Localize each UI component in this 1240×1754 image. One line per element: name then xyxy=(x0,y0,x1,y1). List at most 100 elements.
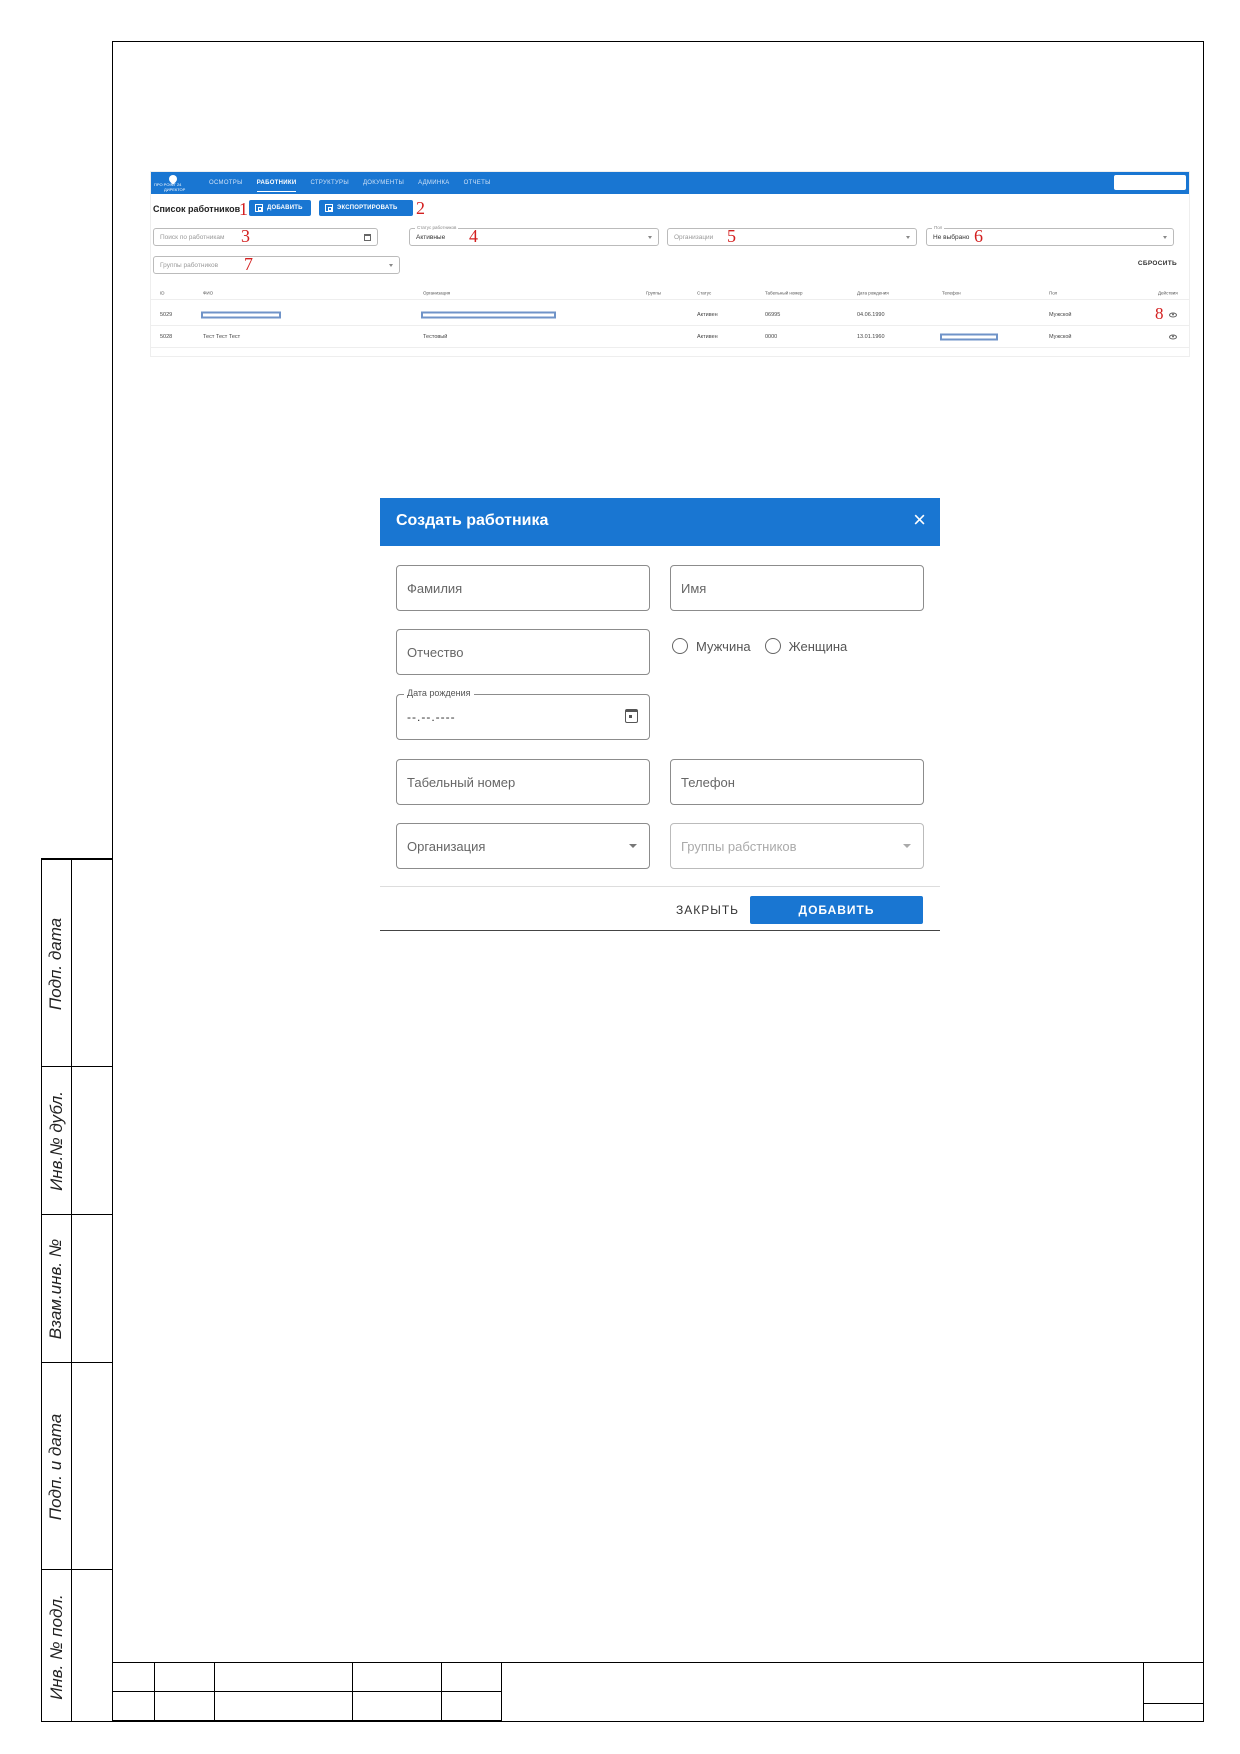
status-select[interactable]: Статус работников Активные xyxy=(409,225,659,246)
col-phone[interactable]: Телефон xyxy=(942,290,961,295)
app-bar: ПРО POINT 24 ДИРЕКТОР ОСМОТРЫ РАБОТНИКИ … xyxy=(151,172,1189,194)
gender-select-label: Пол xyxy=(932,225,945,230)
nav-admin[interactable]: АДМИНКА xyxy=(418,180,450,186)
worker-groups-select[interactable]: Группы работников xyxy=(153,256,400,274)
create-worker-dialog: Создать работника × Фамилия Имя Отчество… xyxy=(380,498,940,932)
worker-search-placeholder: Поиск по работникам xyxy=(160,233,225,241)
side-cell: Подп. дата xyxy=(42,859,113,1066)
cell-birth-date: 13.01.1960 xyxy=(857,333,885,340)
radio-female-label[interactable]: Женщина xyxy=(789,639,848,654)
col-tab-number[interactable]: Табельный номер xyxy=(765,290,802,295)
gender-select[interactable]: Пол Не выбрано xyxy=(926,225,1174,246)
phone-placeholder: Телефон xyxy=(681,774,735,790)
chevron-down-icon xyxy=(906,236,910,239)
dialog-header: Создать работника × xyxy=(380,498,940,546)
birth-date-value: --.--.---- xyxy=(407,710,456,724)
dialog-divider xyxy=(380,886,940,887)
nav-workers[interactable]: РАБОТНИКИ xyxy=(256,174,297,192)
view-eye-icon[interactable] xyxy=(1169,312,1177,317)
calendar-filter-icon[interactable] xyxy=(364,234,371,241)
app-logo[interactable]: ПРО POINT 24 ДИРЕКТОР xyxy=(154,173,200,192)
callout-3: 3 xyxy=(241,226,250,246)
gender-radio-group: Мужчина Женщина xyxy=(672,638,847,654)
col-birth-date[interactable]: Дата рождения xyxy=(857,290,889,295)
col-organization[interactable]: Организация xyxy=(423,290,450,295)
export-button-label: ЭКСПОРТИРОВАТЬ xyxy=(337,205,398,211)
title-block xyxy=(112,1662,1204,1722)
chevron-down-icon xyxy=(389,264,393,267)
nav-inspections[interactable]: ОСМОТРЫ xyxy=(209,180,243,186)
radio-male[interactable] xyxy=(672,638,688,654)
dialog-bottom-border xyxy=(380,930,940,931)
callout-1: 1 xyxy=(239,199,248,219)
nav-reports[interactable]: ОТЧЕТЫ xyxy=(464,180,491,186)
middle-name-field[interactable]: Отчество xyxy=(396,629,650,675)
add-button[interactable]: ДОБАВИТЬ xyxy=(750,896,923,924)
cell-gender: Мужской xyxy=(1049,311,1072,318)
callout-7: 7 xyxy=(244,254,253,274)
col-actions: Действия xyxy=(1158,290,1178,295)
col-gender[interactable]: Пол xyxy=(1049,290,1057,295)
add-worker-button[interactable]: ДОБАВИТЬ xyxy=(249,200,311,216)
organization-select[interactable]: Организация xyxy=(396,823,650,869)
tab-number-field[interactable]: Табельный номер xyxy=(396,759,650,805)
cell-fio: Тест Тест Тест xyxy=(203,333,241,340)
export-button[interactable]: ЭКСПОРТИРОВАТЬ xyxy=(319,200,413,216)
table-row[interactable]: 5028 Тест Тест Тест Тестовый Активен 000… xyxy=(151,326,1189,348)
calendar-icon[interactable] xyxy=(625,709,638,723)
main-nav: ОСМОТРЫ РАБОТНИКИ СТРУКТУРЫ ДОКУМЕНТЫ АД… xyxy=(209,172,491,194)
nav-structures[interactable]: СТРУКТУРЫ xyxy=(310,180,348,186)
birth-date-field[interactable]: Дата рождения --.--.---- xyxy=(396,688,650,740)
col-id[interactable]: ID xyxy=(160,290,165,295)
cell-birth-date: 04.06.1990 xyxy=(857,311,885,318)
close-icon[interactable]: × xyxy=(913,506,926,534)
worker-groups-placeholder: Группы рабстников xyxy=(681,838,797,854)
close-button[interactable]: ЗАКРЫТЬ xyxy=(670,896,745,924)
worker-groups-placeholder: Группы работников xyxy=(160,261,219,269)
cell-tab-number: 0000 xyxy=(765,333,778,340)
status-select-value: Активные xyxy=(416,233,446,241)
gender-select-value: Не выбрано xyxy=(933,233,970,241)
radio-male-label[interactable]: Мужчина xyxy=(696,639,751,654)
side-stamp: Подп. дата Инв.№ дубл. Взам.инв. № Подп.… xyxy=(41,858,113,1723)
organizations-placeholder: Организации xyxy=(674,233,714,241)
side-label-signature-and-date: Подп. и дата xyxy=(46,1413,66,1520)
header-search-box[interactable] xyxy=(1114,175,1186,190)
first-name-field[interactable]: Имя xyxy=(670,565,924,611)
callout-4: 4 xyxy=(469,226,478,246)
table-row[interactable]: 5029 Активен 06995 04.06.1990 Мужской 8 xyxy=(151,304,1189,326)
col-groups[interactable]: Группы xyxy=(646,290,661,295)
callout-8: 8 xyxy=(1155,304,1164,323)
redacted-fio xyxy=(201,311,281,318)
phone-field[interactable]: Телефон xyxy=(670,759,924,805)
redacted-organization xyxy=(421,311,556,318)
tab-number-placeholder: Табельный номер xyxy=(407,774,516,790)
add-worker-button-label: ДОБАВИТЬ xyxy=(267,205,303,211)
callout-2: 2 xyxy=(416,198,425,218)
radio-female[interactable] xyxy=(764,638,781,654)
worker-groups-select[interactable]: Группы рабстников xyxy=(670,823,924,869)
reset-filters-button[interactable]: СБРОСИТЬ xyxy=(1138,260,1177,267)
cell-id: 5029 xyxy=(160,311,173,318)
nav-documents[interactable]: ДОКУМЕНТЫ xyxy=(363,180,404,186)
middle-name-placeholder: Отчество xyxy=(407,644,464,660)
birth-date-label: Дата рождения xyxy=(404,688,474,698)
col-fio[interactable]: ФИО xyxy=(203,290,213,295)
logo-subtext: ДИРЕКТОР xyxy=(164,187,186,192)
view-eye-icon[interactable] xyxy=(1169,334,1177,339)
redacted-phone xyxy=(940,333,998,340)
last-name-field[interactable]: Фамилия xyxy=(396,565,650,611)
table-header: ID ФИО Организация Группы Статус Табельн… xyxy=(151,286,1189,300)
side-label-dup-inv: Инв.№ дубл. xyxy=(46,1091,66,1191)
worker-search-input[interactable]: Поиск по работникам xyxy=(153,228,378,246)
list-title: Список работников xyxy=(153,204,241,214)
cell-status: Активен xyxy=(697,333,718,340)
organizations-select[interactable]: Организации xyxy=(667,228,917,246)
status-select-label: Статус работников xyxy=(415,225,459,230)
app-screenshot: ПРО POINT 24 ДИРЕКТОР ОСМОТРЫ РАБОТНИКИ … xyxy=(151,172,1189,356)
side-cell: Инв. № подл. xyxy=(42,1569,113,1723)
cell-status: Активен xyxy=(697,311,718,318)
col-status[interactable]: Статус xyxy=(697,290,711,295)
chevron-down-icon xyxy=(629,844,637,848)
cell-gender: Мужской xyxy=(1049,333,1072,340)
